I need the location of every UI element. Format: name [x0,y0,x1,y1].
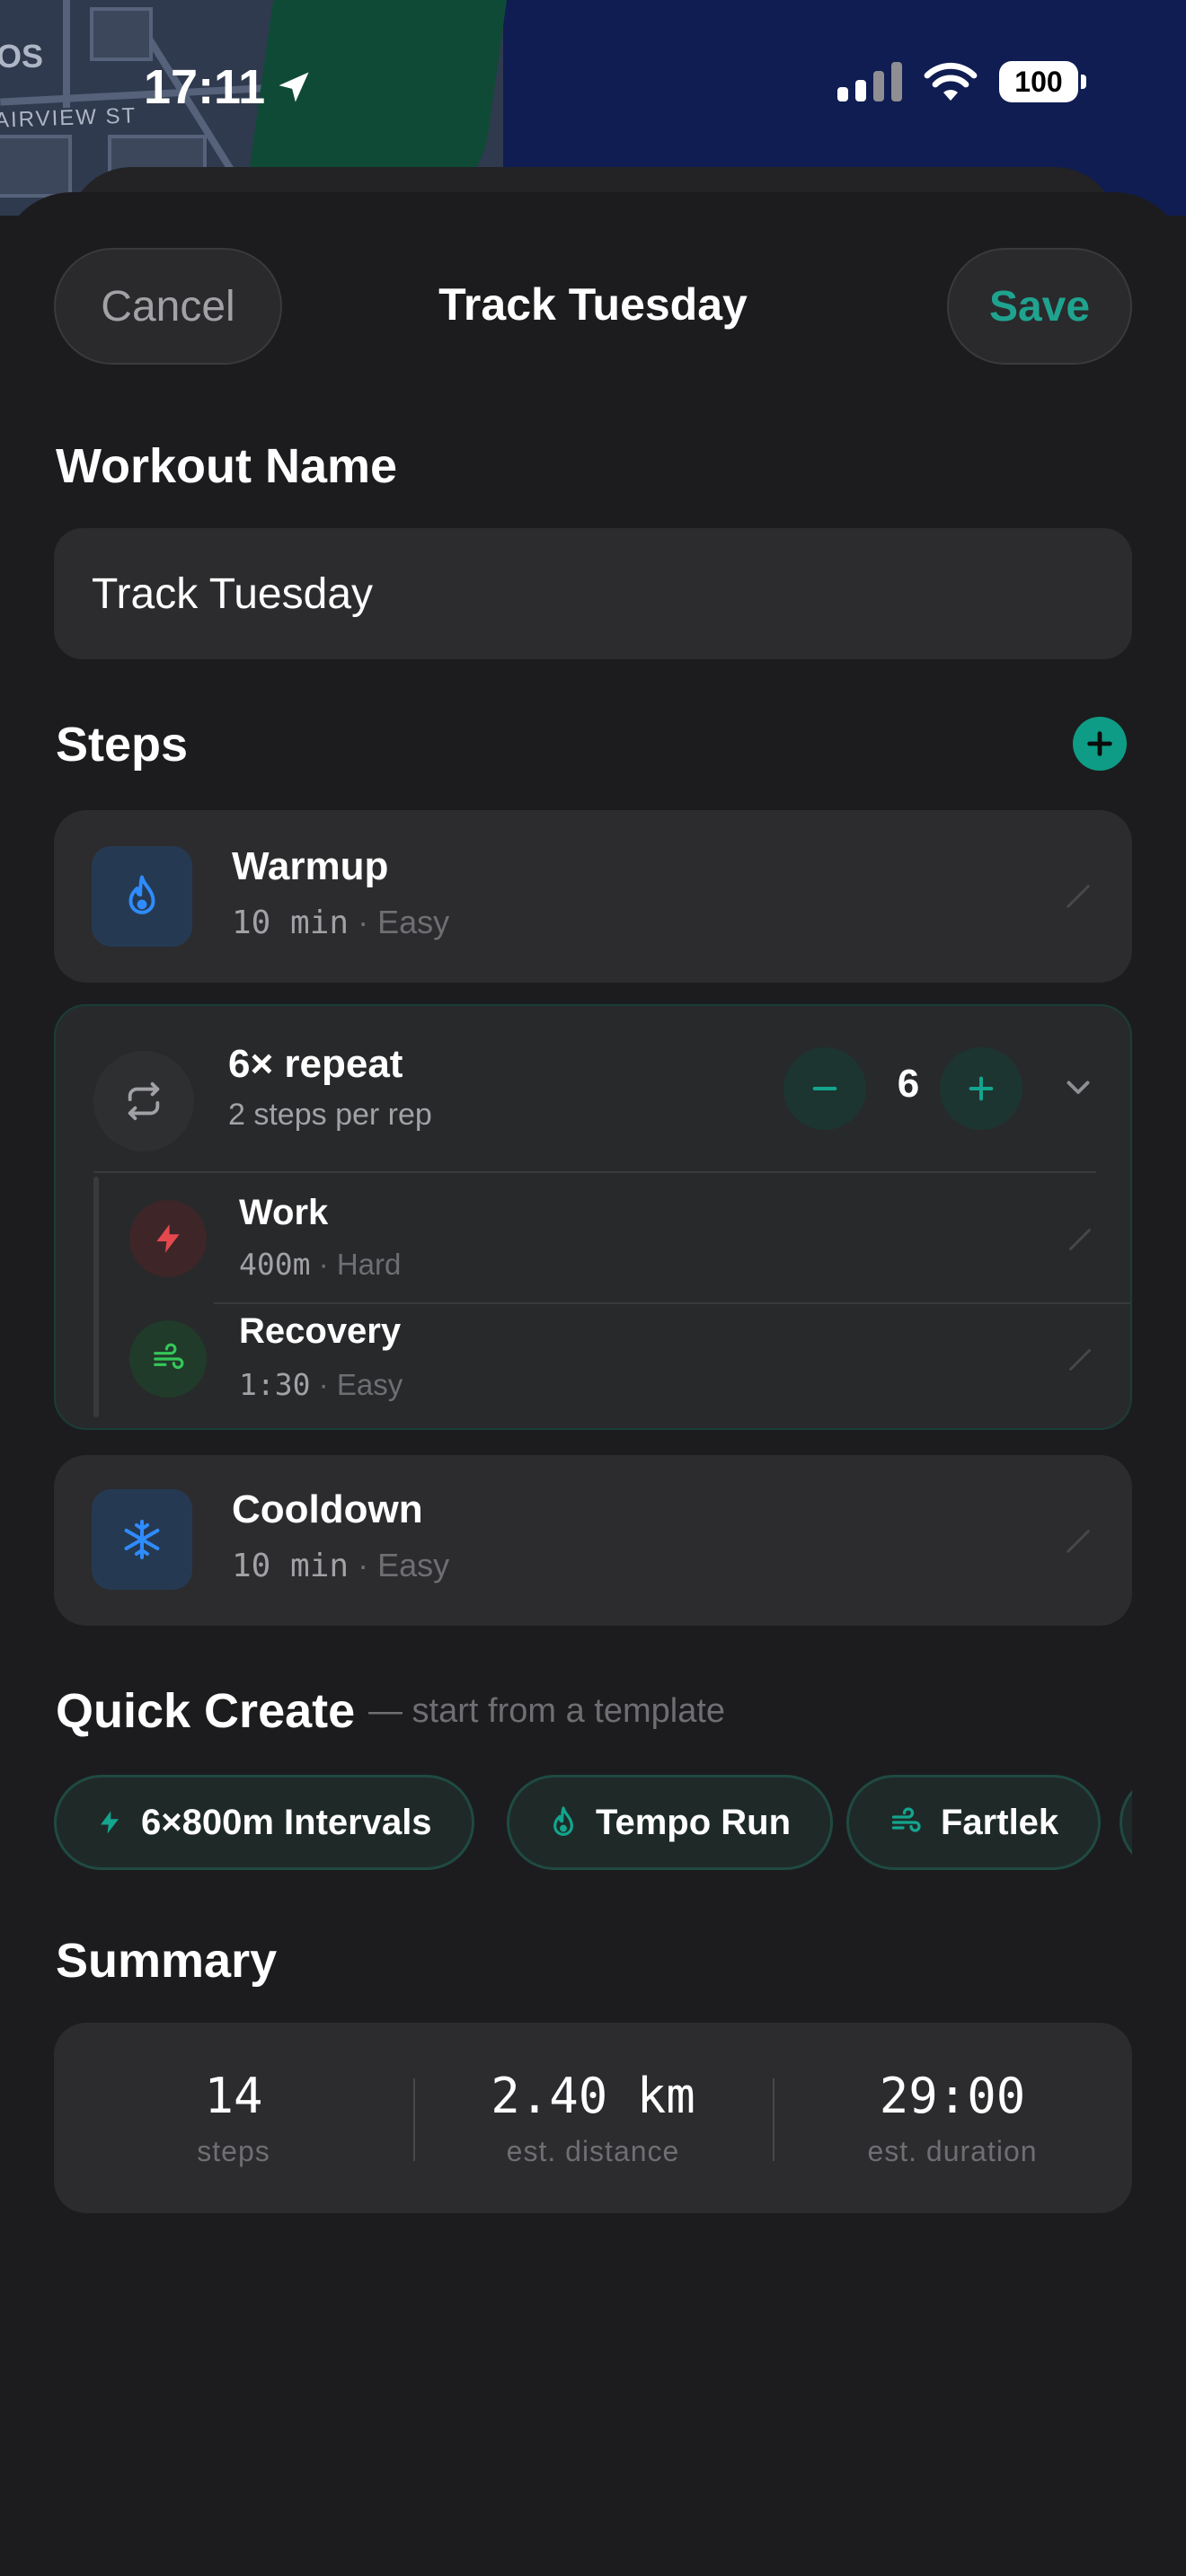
status-time: 17:11 [144,59,314,115]
step-detail: 10 min · Easy [232,904,449,941]
summary-steps-label: steps [197,2135,270,2167]
pencil-icon[interactable] [1060,878,1096,914]
summary-steps-value: 14 [204,2068,263,2124]
pencil-icon[interactable] [1062,1342,1098,1378]
substep-recovery[interactable]: Recovery 1:30 · Easy [56,1295,1130,1416]
step-detail: 1:30 · Easy [239,1367,403,1402]
summary-duration: 29:00 est. duration [773,2023,1132,2213]
summary-distance-label: est. distance [506,2135,680,2167]
step-intensity: Hard [336,1248,402,1281]
step-value: 10 min [232,1548,350,1584]
status-indicators: 100 [837,61,1086,102]
minus-icon [812,1087,837,1090]
summary-distance-value: 2.40 km [491,2068,695,2124]
cancel-button[interactable]: Cancel [54,248,282,365]
pencil-icon[interactable] [1060,1523,1096,1559]
step-title: Work [239,1193,329,1232]
repeat-count: 6 [897,1062,920,1106]
flame-icon [92,846,192,947]
template-chip-fartlek[interactable]: Fartlek [846,1775,1102,1870]
map-street [63,0,70,108]
template-chip-overflow[interactable] [1120,1775,1132,1870]
map-block [0,135,72,198]
add-step-button[interactable] [1073,717,1127,771]
template-chip-tempo[interactable]: Tempo Run [507,1775,834,1870]
location-arrow-icon [279,72,309,102]
repeat-icon [93,1051,194,1151]
summary-label: Summary [56,1934,278,1988]
repeat-subtitle: 2 steps per rep [228,1098,432,1132]
steps-label: Steps [56,718,189,772]
separator: · [318,1248,329,1281]
battery-level: 100 [1014,65,1063,98]
step-title: Cooldown [232,1487,423,1531]
wind-icon [891,1807,921,1832]
sheet-title: Track Tuesday [438,279,748,330]
summary-distance: 2.40 km est. distance [413,2023,773,2213]
repeat-title: 6× repeat [228,1042,403,1086]
wifi-icon [924,62,978,101]
plus-icon [1087,731,1112,756]
step-card-warmup[interactable]: Warmup 10 min · Easy [54,810,1132,983]
pencil-icon[interactable] [1062,1222,1098,1257]
step-title: Recovery [239,1311,402,1351]
summary-duration-label: est. duration [867,2135,1038,2167]
step-title: Warmup [232,844,389,888]
wind-icon [129,1320,207,1398]
step-detail: 10 min · Easy [232,1547,449,1584]
quick-create-label: Quick Create [56,1684,356,1738]
chevron-down-icon[interactable] [1062,1071,1094,1107]
step-detail: 400m · Hard [239,1247,401,1282]
flame-icon [553,1806,573,1836]
step-value: 1:30 [239,1367,311,1402]
repeat-group-card[interactable]: 6× repeat 2 steps per rep 6 Work 400m · … [54,1004,1132,1430]
step-intensity: Easy [377,1547,450,1584]
cellular-signal-icon [837,62,902,101]
separator: · [358,904,369,940]
map-block [90,7,153,61]
summary-duration-value: 29:00 [879,2068,1026,2124]
step-intensity: Easy [336,1368,403,1401]
save-button[interactable]: Save [947,248,1132,365]
map-street-label: AIRVIEW ST [0,103,137,133]
template-label: Fartlek [941,1802,1059,1842]
increment-repeat-button[interactable] [940,1047,1022,1130]
substep-work[interactable]: Work 400m · Hard [56,1173,1130,1293]
map-label: OS [0,38,44,75]
quick-create-hint: — start from a template [368,1692,726,1730]
step-card-cooldown[interactable]: Cooldown 10 min · Easy [54,1455,1132,1626]
separator: · [318,1368,329,1401]
bolt-icon [101,1811,119,1834]
template-chip-intervals[interactable]: 6×800m Intervals [54,1775,474,1870]
template-label: 6×800m Intervals [141,1802,432,1842]
battery-icon: 100 [999,61,1086,102]
step-value: 10 min [232,904,350,941]
step-intensity: Easy [377,904,450,940]
separator: · [358,1547,369,1584]
plus-icon [969,1076,994,1101]
template-label: Tempo Run [596,1802,792,1842]
snowflake-icon [92,1489,192,1590]
status-time-text: 17:11 [144,60,266,114]
decrement-repeat-button[interactable] [783,1047,866,1130]
bolt-icon [129,1200,207,1277]
workout-name-label: Workout Name [56,439,398,493]
workout-name-field[interactable] [54,528,1132,659]
summary-steps: 14 steps [54,2023,413,2213]
summary-card: 14 steps 2.40 km est. distance 29:00 est… [54,2023,1132,2213]
step-value: 400m [239,1247,311,1282]
